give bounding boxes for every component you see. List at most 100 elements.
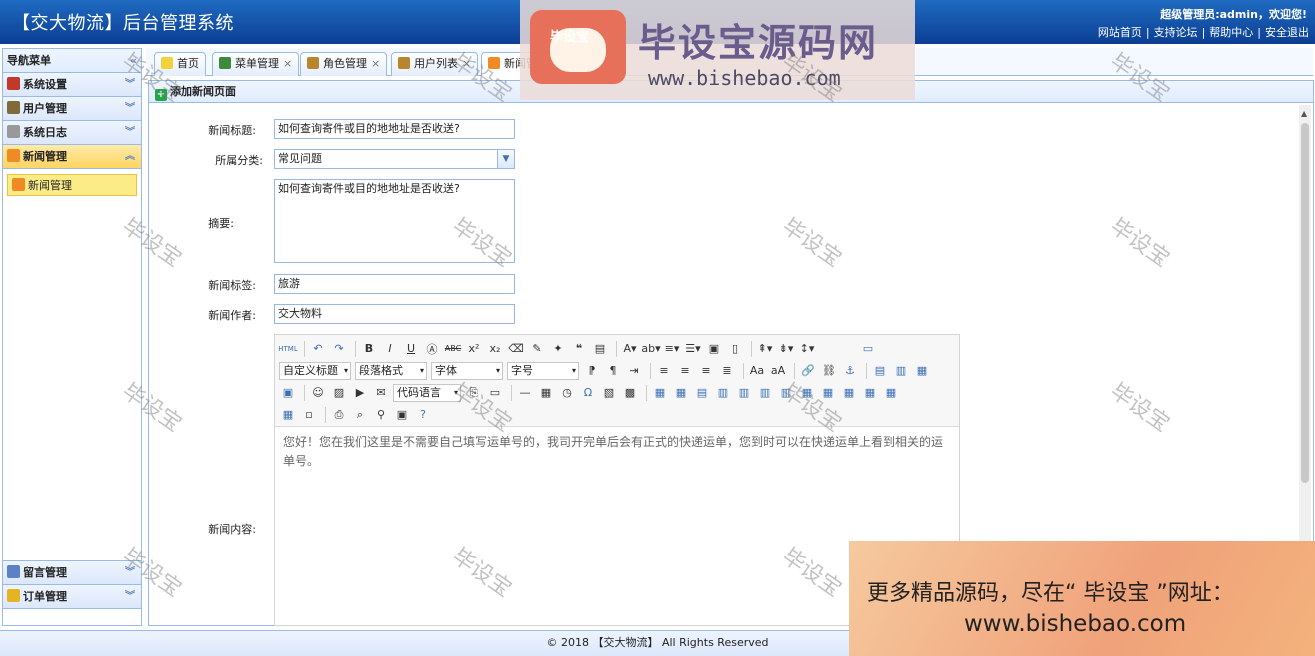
- print-icon[interactable]: ⎙: [330, 406, 348, 424]
- sidebar-item-system-settings[interactable]: 系统设置 ︾: [3, 73, 141, 97]
- editor-content[interactable]: 您好！您在我们这里是不需要自己填写运单号的，我司开完单后会有正式的快递运单，您到…: [275, 427, 959, 477]
- align-right-icon[interactable]: ≡: [697, 362, 715, 380]
- sidebar-item-news-management[interactable]: 新闻管理 ︽: [3, 145, 141, 169]
- indent-icon[interactable]: ⇥: [625, 362, 643, 380]
- font-border-icon[interactable]: Ⓐ: [423, 340, 441, 358]
- subscript-icon[interactable]: x₂: [486, 340, 504, 358]
- special-char-icon[interactable]: Ω: [579, 384, 597, 402]
- font-size-select[interactable]: 字号 ▾: [507, 361, 579, 380]
- align-justify-icon[interactable]: ≣: [718, 362, 736, 380]
- superscript-icon[interactable]: x²: [465, 340, 483, 358]
- merge-down-icon[interactable]: ▦: [840, 384, 858, 402]
- clear-doc-icon[interactable]: ▯: [726, 340, 744, 358]
- font-color-icon[interactable]: A▾: [621, 340, 639, 358]
- unordered-list-icon[interactable]: ☰▾: [684, 340, 702, 358]
- sidebar-item-user-management[interactable]: 用户管理 ︾: [3, 97, 141, 121]
- insert-table-icon[interactable]: ▦: [651, 384, 669, 402]
- highlight-icon[interactable]: ab▾: [641, 340, 660, 358]
- merge-cells-icon[interactable]: ▦: [798, 384, 816, 402]
- insert-col-icon[interactable]: ▥: [756, 384, 774, 402]
- ltr-icon[interactable]: ⁋: [583, 362, 601, 380]
- horizontal-rule-icon[interactable]: —: [516, 384, 534, 402]
- help-icon[interactable]: ?: [414, 406, 432, 424]
- custom-heading-select[interactable]: 自定义标题 ▾: [279, 361, 351, 380]
- tab-home[interactable]: 首页: [154, 52, 206, 76]
- merge-right-icon[interactable]: ▦: [819, 384, 837, 402]
- category-select[interactable]: 常见问题 ▼: [274, 149, 515, 169]
- rtl-icon[interactable]: ¶: [604, 362, 622, 380]
- find-icon[interactable]: ⚲: [372, 406, 390, 424]
- logout-link[interactable]: 安全退出: [1265, 26, 1309, 39]
- image-right-icon[interactable]: ▦: [913, 362, 931, 380]
- scrollbar-thumb[interactable]: [1301, 123, 1309, 483]
- row-spacing-bottom-icon[interactable]: ⇟▾: [777, 340, 795, 358]
- ordered-list-icon[interactable]: ≡▾: [663, 340, 681, 358]
- date-icon[interactable]: ▦: [537, 384, 555, 402]
- chevron-down-icon[interactable]: ▼: [497, 150, 514, 168]
- pagebreak-icon[interactable]: ⎘: [465, 384, 483, 402]
- strikethrough-icon[interactable]: ABC: [444, 340, 462, 358]
- paste-text-icon[interactable]: ▤: [591, 340, 609, 358]
- anchor-icon[interactable]: ⚓: [841, 362, 859, 380]
- font-family-select[interactable]: 字体 ▾: [431, 361, 503, 380]
- template-icon[interactable]: ▭: [486, 384, 504, 402]
- fullscreen-icon[interactable]: ▭: [859, 340, 877, 358]
- align-center-icon[interactable]: ≡: [676, 362, 694, 380]
- underline-icon[interactable]: U: [402, 340, 420, 358]
- tab-user-list[interactable]: 用户列表 ×: [391, 52, 479, 76]
- unlink-icon[interactable]: ⛓: [820, 362, 838, 380]
- redo-icon[interactable]: ↷: [330, 340, 348, 358]
- italic-icon[interactable]: I: [381, 340, 399, 358]
- tab-role-management[interactable]: 角色管理 ×: [300, 52, 388, 76]
- tags-input[interactable]: 旅游: [274, 274, 515, 294]
- split-rows-icon[interactable]: ▦: [882, 384, 900, 402]
- format-brush-icon[interactable]: ✎: [528, 340, 546, 358]
- row-spacing-top-icon[interactable]: ⇞▾: [756, 340, 774, 358]
- blockquote-icon[interactable]: ❝: [570, 340, 588, 358]
- time-icon[interactable]: ◷: [558, 384, 576, 402]
- sidebar-item-orders[interactable]: 订单管理 ︾: [3, 585, 141, 609]
- eraser-icon[interactable]: ⌫: [507, 340, 525, 358]
- help-link[interactable]: 帮助中心: [1209, 26, 1253, 39]
- bold-icon[interactable]: B: [360, 340, 378, 358]
- author-input[interactable]: 交大物料: [274, 304, 515, 324]
- split-cells-icon[interactable]: ▦: [861, 384, 879, 402]
- image-left-icon[interactable]: ▥: [892, 362, 910, 380]
- preview-icon[interactable]: ⌕: [351, 406, 369, 424]
- html-source-icon[interactable]: HTML: [278, 340, 297, 358]
- image-icon[interactable]: ▨: [330, 384, 348, 402]
- insert-row-icon[interactable]: ▥: [714, 384, 732, 402]
- auto-format-icon[interactable]: ✦: [549, 340, 567, 358]
- search-replace-icon[interactable]: ▩: [621, 384, 639, 402]
- image-none-icon[interactable]: ▤: [871, 362, 889, 380]
- image-center-icon[interactable]: ▣: [279, 384, 297, 402]
- code-language-select[interactable]: 代码语言 ▾: [393, 383, 461, 402]
- sidebar-item-system-log[interactable]: 系统日志 ︾: [3, 121, 141, 145]
- scroll-up-icon[interactable]: ▲: [1301, 109, 1307, 118]
- to-lowercase-icon[interactable]: aA: [769, 362, 787, 380]
- attachment-icon[interactable]: ✉: [372, 384, 390, 402]
- drafts-icon[interactable]: ▣: [393, 406, 411, 424]
- home-link[interactable]: 网站首页: [1098, 26, 1142, 39]
- sidebar-item-messages[interactable]: 留言管理 ︾: [3, 561, 141, 585]
- to-uppercase-icon[interactable]: Aa: [748, 362, 766, 380]
- forum-link[interactable]: 支持论坛: [1154, 26, 1198, 39]
- chart-icon[interactable]: ▫: [300, 406, 318, 424]
- tab-menu-management[interactable]: 菜单管理 ×: [212, 52, 300, 76]
- paragraph-format-select[interactable]: 段落格式 ▾: [355, 361, 427, 380]
- align-left-icon[interactable]: ≡: [655, 362, 673, 380]
- delete-table-icon[interactable]: ▦: [672, 384, 690, 402]
- split-cols-icon[interactable]: ▦: [279, 406, 297, 424]
- select-all-icon[interactable]: ▣: [705, 340, 723, 358]
- news-title-input[interactable]: 如何查询寄件或目的地地址是否收送?: [274, 119, 515, 139]
- submenu-item-news[interactable]: 新闻管理: [7, 174, 137, 196]
- undo-icon[interactable]: ↶: [309, 340, 327, 358]
- close-icon[interactable]: ×: [283, 57, 292, 70]
- delete-row-icon[interactable]: ▥: [735, 384, 753, 402]
- wordimage-icon[interactable]: ▧: [600, 384, 618, 402]
- delete-col-icon[interactable]: ▥: [777, 384, 795, 402]
- close-icon[interactable]: ×: [462, 57, 471, 70]
- video-icon[interactable]: ▶: [351, 384, 369, 402]
- summary-textarea[interactable]: 如何查询寄件或目的地地址是否收送?: [274, 179, 515, 263]
- close-icon[interactable]: ×: [371, 57, 380, 70]
